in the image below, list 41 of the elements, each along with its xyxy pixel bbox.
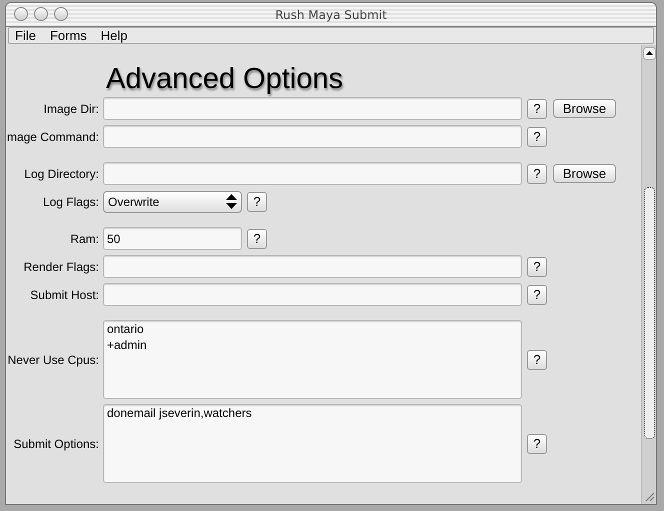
help-button[interactable]: ? (247, 192, 267, 212)
window-control-icon[interactable] (34, 7, 48, 21)
help-button[interactable]: ? (527, 98, 547, 118)
help-button[interactable]: ? (527, 256, 547, 276)
menu-item[interactable]: File (15, 26, 36, 46)
field-label: Submit Options: (14, 436, 99, 452)
text-area[interactable]: donemail jseverin,watchers (103, 404, 522, 483)
resize-grip-icon[interactable] (643, 490, 655, 502)
scroll-thumb[interactable] (644, 187, 654, 439)
field-label: Submit Host: (30, 286, 99, 304)
help-button[interactable]: ? (527, 350, 547, 370)
help-button[interactable]: ? (247, 228, 267, 248)
menu-item[interactable]: Forms (50, 26, 87, 46)
browse-button[interactable]: Browse (553, 99, 616, 118)
dropdown[interactable]: Overwrite (103, 190, 242, 212)
window-control-icon[interactable] (54, 7, 68, 21)
window-title: Rush Maya Submit (275, 6, 387, 24)
field-label: Never Use Cpus: (8, 352, 99, 368)
text-field[interactable] (103, 283, 522, 306)
browse-button[interactable]: Browse (553, 164, 616, 183)
text-field[interactable] (103, 125, 522, 148)
menu-item[interactable]: Help (100, 26, 128, 46)
window-control-icon[interactable] (14, 7, 28, 21)
text-area[interactable]: ontario +admin (103, 320, 522, 399)
text-field[interactable]: 50 (103, 227, 242, 250)
field-label: Render Flags: (24, 258, 99, 276)
help-button[interactable]: ? (527, 164, 547, 184)
field-label: Image Dir: (44, 100, 99, 118)
help-button[interactable]: ? (527, 284, 547, 304)
text-field[interactable] (103, 255, 522, 278)
text-field[interactable] (103, 162, 522, 185)
field-label: mage Command: (6, 128, 99, 146)
help-button[interactable]: ? (527, 434, 547, 454)
text-field[interactable] (103, 97, 522, 120)
field-label: Log Flags: (42, 194, 99, 210)
field-label: Log Directory: (24, 166, 99, 182)
scrollbar[interactable] (641, 45, 656, 504)
help-button[interactable]: ? (527, 126, 547, 146)
up-down-arrows-icon (226, 194, 237, 209)
field-label: Ram: (70, 230, 99, 248)
page-heading: Advanced Options (106, 62, 344, 96)
